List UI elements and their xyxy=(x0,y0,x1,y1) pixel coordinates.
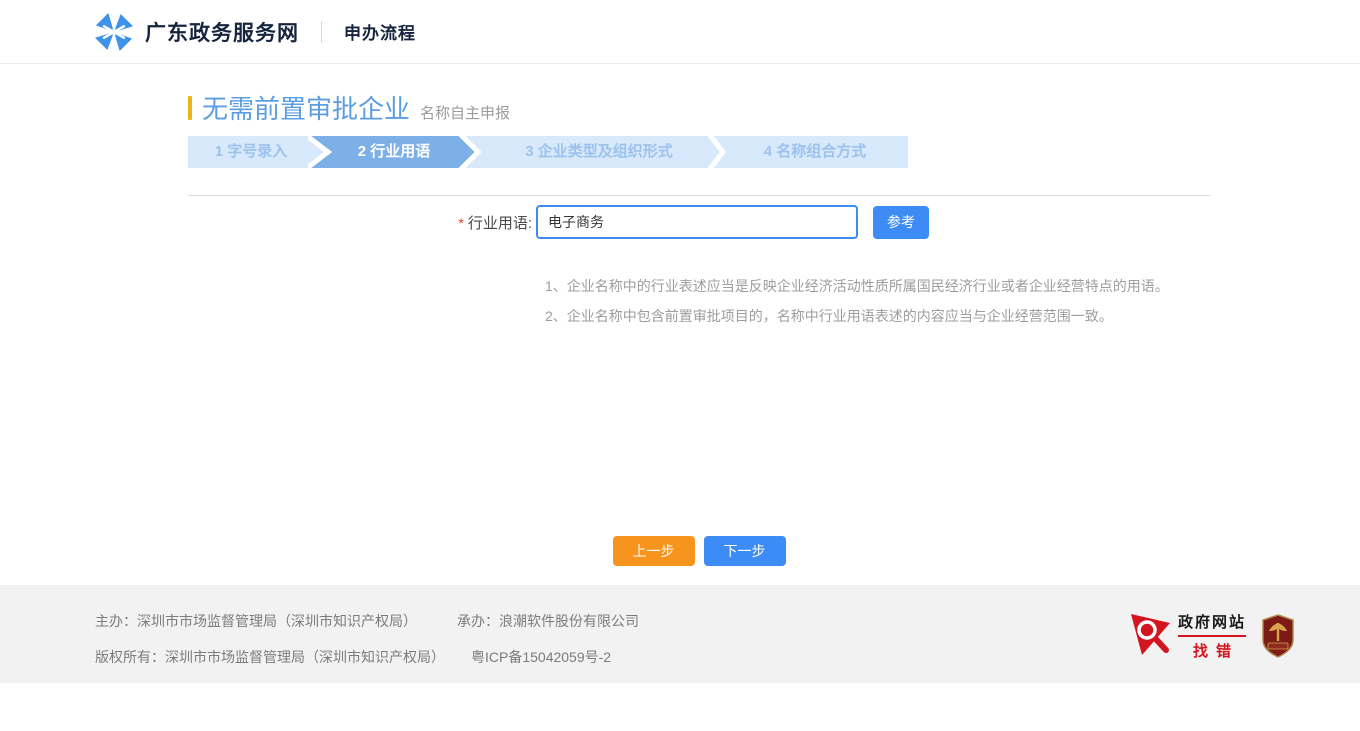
error-badge-line1: 政府网站 xyxy=(1178,611,1246,637)
hint-line-1: 1、企业名称中的行业表述应当是反映企业经济活动性质所属国民经济行业或者企业经营特… xyxy=(545,271,1210,301)
next-step-button[interactable]: 下一步 xyxy=(704,536,786,566)
site-title: 广东政务服务网 xyxy=(145,17,299,47)
step-2-tab-active[interactable]: 2 行业用语 xyxy=(322,136,466,168)
gdzwfw-pinwheel-logo-icon xyxy=(95,13,133,51)
footer-host: 主办：深圳市市场监督管理局（深圳市知识产权局） xyxy=(95,613,417,629)
header: 广东政务服务网 申办流程 xyxy=(0,0,1360,64)
website-error-report-badge[interactable]: 政府网站 找错 xyxy=(1130,611,1246,661)
reference-button[interactable]: 参考 xyxy=(873,206,929,239)
step-wizard: 1 字号录入 2 行业用语 3 企业类型及组织形式 4 名称组合方式 xyxy=(188,136,908,168)
footer-icp-number: 粤ICP备15042059号-2 xyxy=(471,649,611,665)
page-title: 无需前置审批企业 xyxy=(202,89,410,126)
required-asterisk: * xyxy=(458,215,463,231)
step-1-tab[interactable]: 1 字号录入 xyxy=(188,136,314,168)
header-divider xyxy=(321,21,322,43)
error-report-magnifier-icon xyxy=(1130,613,1172,659)
government-shield-badge-icon[interactable] xyxy=(1262,614,1294,658)
previous-step-button[interactable]: 上一步 xyxy=(613,536,695,566)
footer-undertaker: 承办：浪潮软件股份有限公司 xyxy=(457,613,639,629)
content-divider xyxy=(188,195,1210,196)
title-accent-bar xyxy=(188,96,192,120)
step-4-tab[interactable]: 4 名称组合方式 xyxy=(722,136,908,168)
hint-block: 1、企业名称中的行业表述应当是反映企业经济活动性质所属国民经济行业或者企业经营特… xyxy=(545,271,1210,331)
page-subtitle: 名称自主申报 xyxy=(420,102,510,123)
hint-line-2: 2、企业名称中包含前置审批项目的，名称中行业用语表述的内容应当与企业经营范围一致… xyxy=(545,301,1210,331)
page-title-row: 无需前置审批企业 名称自主申报 xyxy=(188,89,1210,126)
main-content: 无需前置审批企业 名称自主申报 1 字号录入 2 行业用语 3 企业类型及组织形… xyxy=(188,89,1210,566)
error-badge-line2: 找错 xyxy=(1178,640,1246,661)
wizard-actions: 上一步 下一步 xyxy=(188,536,1210,566)
footer: 主办：深圳市市场监督管理局（深圳市知识产权局） 承办：浪潮软件股份有限公司 版权所… xyxy=(0,585,1360,683)
industry-term-label-text: 行业用语: xyxy=(468,215,532,232)
industry-term-form-row: * 行业用语: 参考 xyxy=(188,205,1210,239)
footer-badges: 政府网站 找错 xyxy=(1130,611,1294,661)
footer-copyright: 版权所有：深圳市市场监督管理局（深圳市知识产权局） xyxy=(95,649,445,665)
industry-term-input[interactable] xyxy=(536,205,858,239)
error-report-badge-text: 政府网站 找错 xyxy=(1178,611,1246,661)
step-3-tab[interactable]: 3 企业类型及组织形式 xyxy=(486,136,712,168)
page-flow-title: 申办流程 xyxy=(344,19,416,44)
industry-term-label: * 行业用语: xyxy=(188,212,532,233)
